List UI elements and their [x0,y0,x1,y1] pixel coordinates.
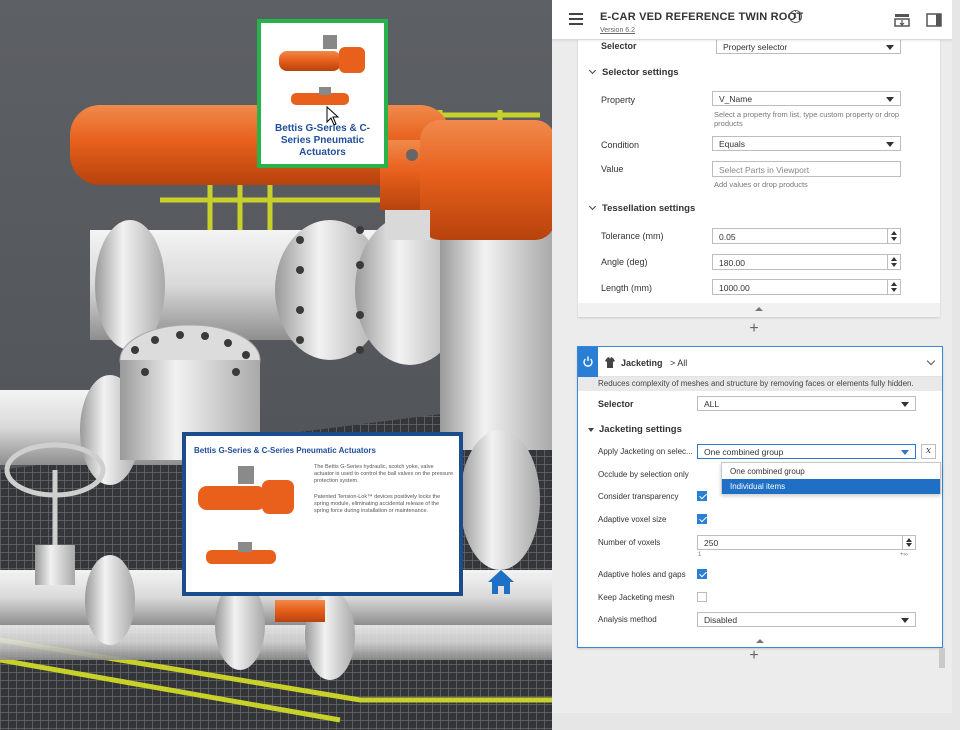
voxels-min: 1 [698,552,702,558]
callout-small-title: Bettis G-Series & C-Series Pneumatic Act… [274,123,371,158]
length-spinner[interactable] [887,280,900,294]
collapse-card-button[interactable] [578,303,940,317]
power-icon [583,356,593,367]
tessellation-settings-title: Tessellation settings [602,203,696,214]
caret-down-icon [588,428,594,432]
chevron-down-icon[interactable] [926,356,936,366]
selector-settings-header[interactable]: Selector settings [588,66,679,78]
actuator-image [198,466,294,564]
actuator-image [279,35,365,105]
dropdown-option-combined[interactable]: One combined group [722,464,940,479]
voxels-max: +∞ [900,552,908,558]
callout-paragraph-2: Patented Tension-Lok™ devices positively… [314,494,441,514]
angle-value: 180.00 [719,258,745,268]
tolerance-spinner[interactable] [887,229,900,243]
adaptive-voxel-label: Adaptive voxel size [598,515,667,524]
home-icon[interactable] [486,568,516,596]
voxels-label: Number of voxels [598,538,661,547]
occlude-label: Occlude by selection only [598,470,689,479]
property-hint-text: Select a property from list, type custom… [714,110,900,128]
side-panel: E-CAR VED REFERENCE TWIN ROOT i Version … [552,0,960,730]
jacketing-title: Jacketing [621,358,663,368]
caret-up-icon [755,307,763,311]
condition-select[interactable]: Equals [712,136,901,151]
mouse-cursor-icon [326,106,340,126]
length-value: 1000.00 [719,283,750,293]
value-label: Value [601,164,624,174]
tessellation-settings-header[interactable]: Tessellation settings [588,202,696,214]
voxels-input[interactable]: 250 [697,535,916,550]
jacketing-selector-label: Selector [598,399,634,409]
adaptive-voxel-checkbox[interactable] [697,514,707,524]
apply-jacketing-select[interactable]: One combined group [697,444,916,459]
panel-header: E-CAR VED REFERENCE TWIN ROOT i Version … [552,0,952,40]
selector-settings-title: Selector settings [602,67,679,78]
adaptive-holes-label: Adaptive holes and gaps [598,570,686,579]
function-icon[interactable]: x [921,444,936,459]
power-toggle[interactable] [578,347,598,377]
3d-viewport[interactable]: Bettis G-Series & C-Series Pneumatic Act… [0,0,552,730]
jacketing-selector-select[interactable]: ALL [697,396,916,411]
chevron-down-icon [588,202,597,211]
apply-jacketing-label: Apply Jacketing on selec... [598,447,693,456]
version-link[interactable]: Version 6.2 [600,27,635,34]
jacketing-settings-title: Jacketing settings [599,424,682,435]
jacketing-description: Reduces complexity of meshes and structu… [578,377,942,391]
actuator-callout-small[interactable]: Bettis G-Series & C-Series Pneumatic Act… [257,19,388,168]
voxels-spinner[interactable] [902,536,915,549]
selector-card: Selector Property selector Selector sett… [578,33,940,317]
caret-up-icon [756,639,764,643]
property-label: Property [601,95,636,105]
collapse-card-button[interactable] [578,635,942,647]
property-hint: Select a property from list, type custom… [714,110,904,128]
transparency-label: Consider transparency [598,492,679,501]
keep-mesh-label: Keep Jacketing mesh [598,593,675,602]
adaptive-holes-checkbox[interactable] [697,569,707,579]
callout-big-title: Bettis G-Series & C-Series Pneumatic Act… [194,446,376,455]
selector-select[interactable]: Property selector [716,39,901,54]
tolerance-value: 0.05 [719,232,736,242]
app-title: E-CAR VED REFERENCE TWIN ROOT [600,11,804,23]
dropdown-option-individual[interactable]: Individual items [722,479,940,494]
hamburger-menu-icon[interactable] [569,13,583,25]
callout-paragraph-1: The Bettis G-Series hydraulic, scotch yo… [314,464,454,484]
value-hint: Add values or drop products [714,180,808,189]
scrollbar[interactable] [939,648,945,668]
panel-content: E-CAR VED REFERENCE TWIN ROOT i Version … [552,0,952,713]
jacketing-breadcrumb: > All [670,358,688,368]
selector-label: Selector [601,41,637,51]
angle-label: Angle (deg) [601,257,648,267]
property-select[interactable]: V_Name [712,91,901,106]
value-input[interactable]: Select Parts in Viewport [712,161,901,177]
jacketing-card: Jacketing > All Reduces complexity of me… [577,346,943,648]
apply-jacketing-dropdown: One combined group Individual items [721,462,941,494]
transparency-checkbox[interactable] [697,491,707,501]
tolerance-input[interactable]: 0.05 [712,228,901,244]
voxels-value: 250 [704,538,719,548]
angle-spinner[interactable] [887,255,900,269]
export-icon[interactable] [894,13,910,27]
keep-mesh-checkbox[interactable] [697,592,707,602]
jacketing-settings-header[interactable]: Jacketing settings [588,424,682,435]
length-input[interactable]: 1000.00 [712,279,901,295]
analysis-select[interactable]: Disabled [697,612,916,627]
add-step-button[interactable]: + [747,647,761,665]
actuator-callout-detail[interactable]: Bettis G-Series & C-Series Pneumatic Act… [182,432,463,596]
analysis-label: Analysis method [598,615,657,624]
chevron-down-icon [588,66,597,75]
jacketing-header[interactable]: Jacketing > All [578,347,942,377]
add-step-button[interactable]: + [747,320,761,338]
jacket-icon [605,357,615,368]
info-icon[interactable]: i [789,10,802,23]
length-label: Length (mm) [601,283,653,293]
condition-label: Condition [601,140,640,150]
angle-input[interactable]: 180.00 [712,254,901,270]
panel-toggle-icon[interactable] [926,13,942,27]
tolerance-label: Tolerance (mm) [601,231,664,241]
